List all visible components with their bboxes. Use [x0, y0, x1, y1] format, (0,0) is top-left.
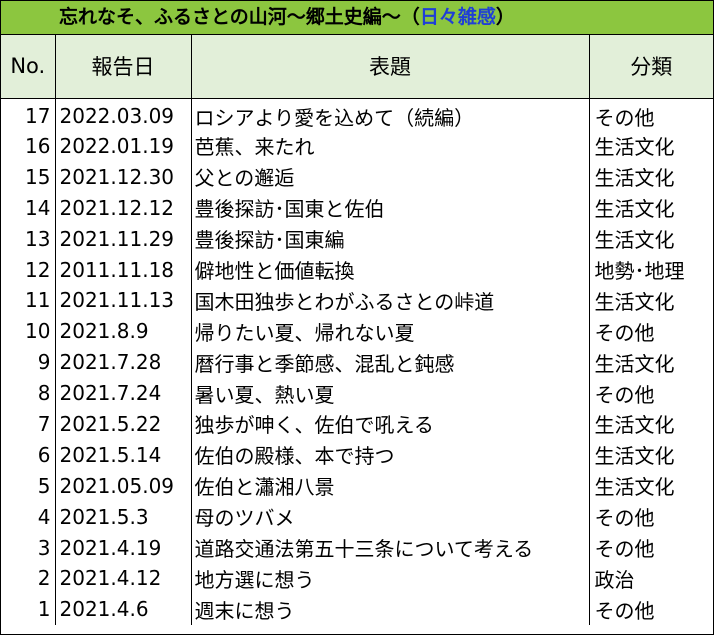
cell-category: 生活文化 — [588, 223, 713, 255]
cell-date: 2021.7.24 — [54, 377, 192, 409]
cell-date: 2021.12.30 — [54, 161, 192, 193]
cell-date: 2021.5.22 — [54, 408, 192, 440]
cell-title[interactable]: 道路交通法第五十三条について考える — [190, 532, 590, 563]
cell-no: 3 — [1, 532, 56, 563]
table-row[interactable]: 15 2021.12.30 父との邂逅 生活文化 — [1, 161, 713, 193]
cell-category: 生活文化 — [588, 346, 713, 378]
cell-category: 生活文化 — [588, 439, 713, 471]
cell-title[interactable]: 佐伯の殿様、本で持つ — [190, 439, 590, 471]
cell-date: 2021.11.13 — [54, 284, 192, 316]
cell-category: 生活文化 — [588, 161, 713, 193]
cell-category: 生活文化 — [588, 192, 713, 224]
column-header-date: 報告日 — [54, 35, 192, 99]
cell-title[interactable]: 地方選に想う — [190, 562, 590, 594]
cell-no: 10 — [1, 315, 56, 347]
cell-title[interactable]: 暦行事と季節感、混乱と鈍感 — [190, 346, 590, 378]
cell-no: 9 — [1, 346, 56, 378]
column-header-category: 分類 — [588, 35, 713, 99]
cell-date: 2021.11.29 — [54, 223, 192, 255]
cell-category: 地勢･地理 — [588, 254, 713, 285]
cell-no: 11 — [1, 284, 56, 316]
cell-no: 12 — [1, 254, 56, 285]
cell-date: 2021.5.3 — [54, 501, 192, 533]
table-row[interactable]: 7 2021.5.22 独歩が呻く、佐伯で吼える 生活文化 — [1, 408, 713, 440]
cell-no: 16 — [1, 130, 56, 162]
cell-date: 2021.05.09 — [54, 470, 192, 502]
cell-title[interactable]: 僻地性と価値転換 — [190, 254, 590, 285]
report-table-frame: 忘れなそ、ふるさとの山河～郷土史編～（日々雑感） No. 報告日 表題 分類 1… — [0, 0, 714, 635]
title-bar: 忘れなそ、ふるさとの山河～郷土史編～（日々雑感） — [1, 1, 713, 35]
cell-date: 2021.7.28 — [54, 346, 192, 378]
table-row[interactable]: 3 2021.4.19 道路交通法第五十三条について考える その他 — [1, 532, 713, 563]
cell-no: 7 — [1, 408, 56, 440]
cell-category: その他 — [588, 98, 713, 131]
table-row[interactable]: 8 2021.7.24 暑い夏、熱い夏 その他 — [1, 377, 713, 409]
cell-no: 2 — [1, 562, 56, 594]
table-row[interactable]: 11 2021.11.13 国木田独歩とわがふるさとの峠道 生活文化 — [1, 284, 713, 316]
cell-category: その他 — [588, 593, 713, 625]
table-row[interactable]: 16 2022.01.19 芭蕉、来たれ 生活文化 — [1, 130, 713, 162]
cell-no: 17 — [1, 98, 56, 131]
cell-no: 13 — [1, 223, 56, 255]
table-header-row: No. 報告日 表題 分類 — [1, 35, 713, 99]
cell-title[interactable]: 佐伯と瀟湘八景 — [190, 470, 590, 502]
cell-category: 生活文化 — [588, 284, 713, 316]
table-row[interactable]: 17 2022.03.09 ロシアより愛を込めて（続編） その他 — [1, 98, 713, 131]
cell-category: 政治 — [588, 562, 713, 594]
cell-no: 14 — [1, 192, 56, 224]
cell-no: 1 — [1, 593, 56, 625]
cell-title[interactable]: 帰りたい夏、帰れない夏 — [190, 315, 590, 347]
cell-category: 生活文化 — [588, 408, 713, 440]
cell-date: 2021.5.14 — [54, 439, 192, 471]
cell-title[interactable]: 豊後探訪･国東と佐伯 — [190, 192, 590, 224]
cell-date: 2021.4.12 — [54, 562, 192, 594]
cell-category: その他 — [588, 377, 713, 409]
cell-title[interactable]: 国木田独歩とわがふるさとの峠道 — [190, 284, 590, 316]
cell-date: 2022.03.09 — [54, 98, 192, 131]
table-row[interactable]: 13 2021.11.29 豊後探訪･国東編 生活文化 — [1, 223, 713, 255]
cell-date: 2021.4.19 — [54, 532, 192, 563]
title-main-text: 忘れなそ、ふるさとの山河～郷土史編～（ — [59, 6, 420, 28]
table-row[interactable]: 9 2021.7.28 暦行事と季節感、混乱と鈍感 生活文化 — [1, 346, 713, 378]
cell-title[interactable]: ロシアより愛を込めて（続編） — [190, 98, 590, 131]
cell-category: 生活文化 — [588, 130, 713, 162]
table-row[interactable]: 2 2021.4.12 地方選に想う 政治 — [1, 562, 713, 594]
table-row[interactable]: 6 2021.5.14 佐伯の殿様、本で持つ 生活文化 — [1, 439, 713, 471]
table-row[interactable]: 14 2021.12.12 豊後探訪･国東と佐伯 生活文化 — [1, 192, 713, 224]
title-close-paren: ） — [495, 6, 515, 28]
title-subcategory: 日々雑感 — [419, 6, 496, 28]
cell-date: 2021.12.12 — [54, 192, 192, 224]
cell-no: 4 — [1, 501, 56, 533]
cell-no: 5 — [1, 470, 56, 502]
table-row[interactable]: 5 2021.05.09 佐伯と瀟湘八景 生活文化 — [1, 470, 713, 502]
table-row[interactable]: 4 2021.5.3 母のツバメ その他 — [1, 501, 713, 533]
column-header-no: No. — [1, 35, 56, 99]
table-body: 17 2022.03.09 ロシアより愛を込めて（続編） その他 16 2022.01.1… — [1, 98, 713, 625]
cell-title[interactable]: 豊後探訪･国東編 — [190, 223, 590, 255]
cell-category: その他 — [588, 501, 713, 533]
cell-title[interactable]: 父との邂逅 — [190, 161, 590, 193]
cell-title[interactable]: 独歩が呻く、佐伯で吼える — [190, 408, 590, 440]
cell-date: 2022.01.19 — [54, 130, 192, 162]
cell-no: 6 — [1, 439, 56, 471]
cell-category: その他 — [588, 315, 713, 347]
table-row[interactable]: 1 2021.4.6 週末に想う その他 — [1, 593, 713, 625]
column-header-title: 表題 — [190, 35, 590, 99]
cell-no: 8 — [1, 377, 56, 409]
report-table: No. 報告日 表題 分類 17 2022.03.09 ロシアより愛を込めて（続編）… — [1, 35, 713, 625]
table-row[interactable]: 10 2021.8.9 帰りたい夏、帰れない夏 その他 — [1, 315, 713, 347]
cell-category: 生活文化 — [588, 470, 713, 502]
page-title: 忘れなそ、ふるさとの山河～郷土史編～（日々雑感） — [59, 1, 515, 34]
cell-date: 2011.11.18 — [54, 254, 192, 285]
cell-title[interactable]: 週末に想う — [190, 593, 590, 625]
cell-title[interactable]: 母のツバメ — [190, 501, 590, 533]
table-row[interactable]: 12 2011.11.18 僻地性と価値転換 地勢･地理 — [1, 254, 713, 285]
cell-no: 15 — [1, 161, 56, 193]
cell-date: 2021.4.6 — [54, 593, 192, 625]
cell-date: 2021.8.9 — [54, 315, 192, 347]
cell-title[interactable]: 芭蕉、来たれ — [190, 130, 590, 162]
cell-title[interactable]: 暑い夏、熱い夏 — [190, 377, 590, 409]
cell-category: その他 — [588, 532, 713, 563]
